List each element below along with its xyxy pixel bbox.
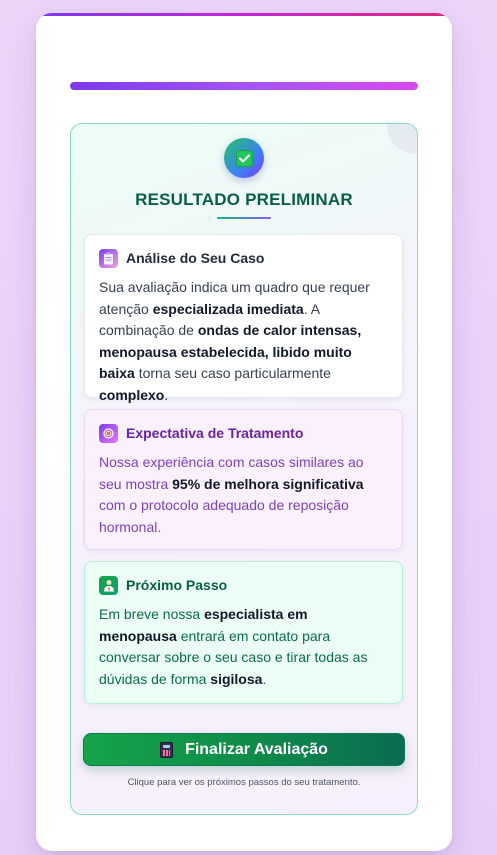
- finalize-button-label: Finalizar Avaliação: [185, 740, 328, 758]
- next-step-card-body: Em breve nossa especialista em menopausa…: [99, 604, 388, 690]
- next-step-card-title: Próximo Passo: [126, 577, 228, 593]
- progress-bar: [70, 82, 418, 90]
- card-top-accent: [36, 13, 452, 16]
- body-text: com o protocolo adequado de reposição ho…: [99, 497, 349, 535]
- result-panel: RESULTADO PRELIMINAR Análise do Seu Caso…: [70, 123, 418, 815]
- result-badge: [224, 138, 264, 178]
- expectation-card-title: Expectativa de Tratamento: [126, 425, 304, 441]
- next-step-card: Próximo Passo Em breve nossa especialist…: [84, 561, 403, 704]
- assessment-card: RESULTADO PRELIMINAR Análise do Seu Caso…: [36, 13, 452, 851]
- analysis-card: Análise do Seu Caso Sua avaliação indica…: [84, 234, 403, 403]
- body-text: Em breve nossa: [99, 606, 205, 622]
- target-icon: [99, 423, 118, 443]
- corner-decoration: [387, 124, 417, 154]
- expectation-card-body: Nossa experiência com casos similares ao…: [99, 452, 388, 538]
- emphasis-text: especializada imediata: [152, 300, 304, 317]
- result-title: RESULTADO PRELIMINAR: [135, 190, 353, 209]
- emphasis-text: 95% de melhora significativa: [172, 475, 364, 492]
- progress-bar-fill: [70, 82, 418, 90]
- title-divider: [217, 217, 271, 219]
- check-mark-icon: [235, 149, 253, 167]
- emphasis-text: complexo: [99, 386, 165, 403]
- finalize-assessment-button[interactable]: Finalizar Avaliação: [83, 733, 405, 766]
- expectation-card: Expectativa de Tratamento Nossa experiên…: [84, 409, 403, 550]
- analysis-card-title: Análise do Seu Caso: [126, 250, 265, 266]
- calculator-icon: [160, 741, 174, 758]
- body-text: .: [262, 670, 267, 687]
- emphasis-text: sigilosa: [210, 670, 263, 687]
- finalize-hint: Clique para ver os próximos passos do se…: [127, 777, 361, 788]
- clipboard-icon: [99, 248, 118, 268]
- body-text: torna seu caso particularmente: [134, 365, 331, 381]
- analysis-card-body: Sua avaliação indica um quadro que reque…: [99, 277, 388, 406]
- doctor-icon: [99, 575, 118, 595]
- body-text: .: [164, 386, 169, 403]
